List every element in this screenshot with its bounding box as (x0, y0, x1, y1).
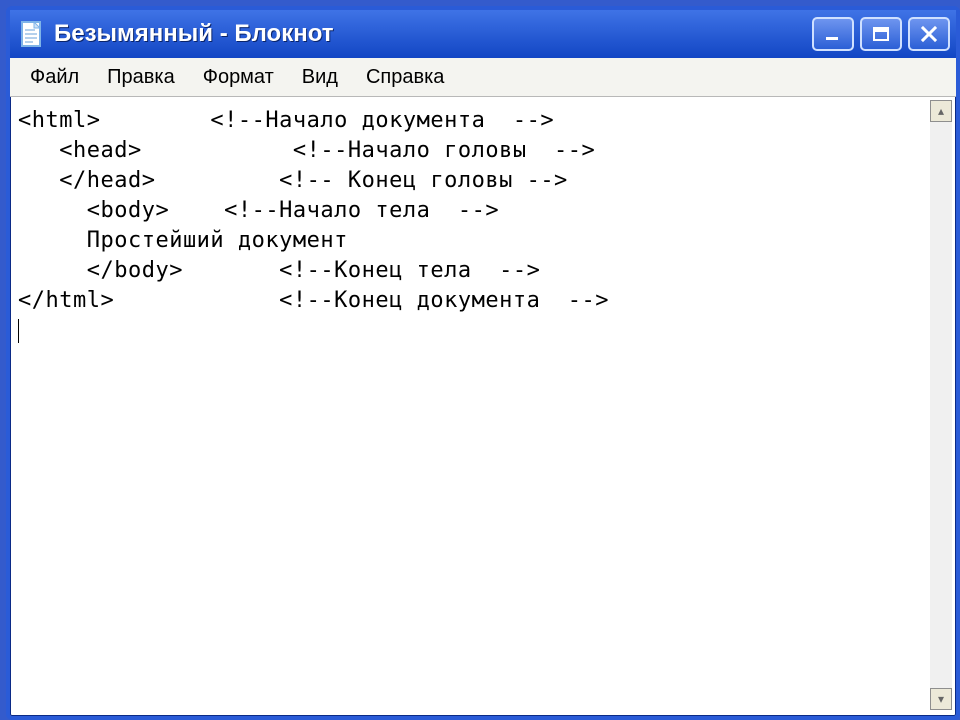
close-button[interactable] (908, 17, 950, 51)
editor-text: <html> <!--Начало документа --> <head> <… (18, 108, 609, 313)
menu-file[interactable]: Файл (16, 62, 93, 93)
menu-help[interactable]: Справка (352, 62, 458, 93)
window-title: Безымянный - Блокнот (54, 10, 334, 58)
title-bar[interactable]: Безымянный - Блокнот (10, 10, 956, 58)
chevron-up-icon: ▴ (938, 104, 944, 118)
menu-edit[interactable]: Правка (93, 62, 189, 93)
minimize-button[interactable] (812, 17, 854, 51)
menu-bar: Файл Правка Формат Вид Справка (10, 58, 956, 97)
editor-area[interactable]: <html> <!--Начало документа --> <head> <… (14, 100, 928, 710)
vertical-scrollbar[interactable]: ▴ ▾ (930, 100, 952, 710)
menu-format[interactable]: Формат (189, 62, 288, 93)
notepad-app-icon (20, 20, 44, 48)
scroll-down-button[interactable]: ▾ (930, 688, 952, 710)
notepad-window: Безымянный - Блокнот Файл Правка Формат … (6, 6, 960, 720)
scroll-up-button[interactable]: ▴ (930, 100, 952, 122)
chevron-down-icon: ▾ (938, 692, 944, 706)
maximize-button[interactable] (860, 17, 902, 51)
text-caret (18, 319, 19, 343)
menu-view[interactable]: Вид (288, 62, 352, 93)
